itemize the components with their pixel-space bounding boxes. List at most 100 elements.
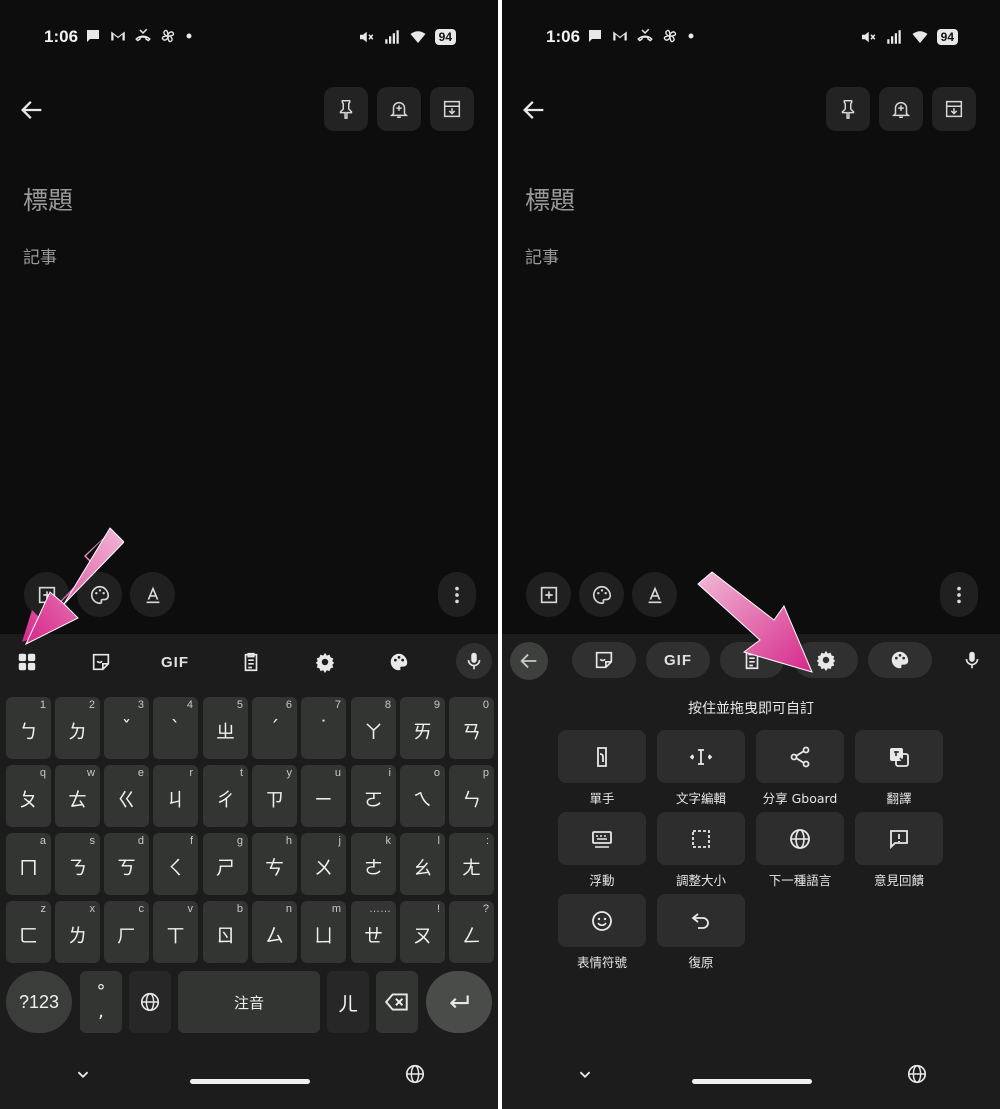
symbols-key[interactable]: ?123 bbox=[6, 971, 72, 1033]
space-key[interactable]: 注音 bbox=[178, 971, 320, 1033]
key[interactable]: 5ㄓ bbox=[203, 697, 248, 759]
archive-button[interactable] bbox=[430, 87, 474, 131]
feature-item[interactable]: 表情符號 bbox=[558, 894, 646, 971]
key[interactable]: mㄩ bbox=[301, 901, 346, 963]
key[interactable]: …… ㄝ bbox=[351, 901, 396, 963]
feature-tile[interactable] bbox=[657, 812, 745, 865]
text-format-button[interactable] bbox=[632, 572, 677, 617]
feature-item[interactable]: 分享 Gboard bbox=[756, 730, 844, 807]
key[interactable]: uㄧ bbox=[301, 765, 346, 827]
key[interactable]: qㄆ bbox=[6, 765, 51, 827]
key[interactable]: cㄏ bbox=[104, 901, 149, 963]
feature-tile[interactable] bbox=[855, 812, 943, 865]
palette-button[interactable] bbox=[579, 572, 624, 617]
back-arrow-icon[interactable] bbox=[18, 96, 46, 124]
key[interactable]: vㄒ bbox=[153, 901, 198, 963]
feature-item[interactable]: 文字編輯 bbox=[657, 730, 745, 807]
key[interactable]: 2ㄉ bbox=[55, 697, 100, 759]
reminder-button[interactable] bbox=[377, 87, 421, 131]
settings-button[interactable] bbox=[312, 645, 338, 679]
feature-tile[interactable] bbox=[756, 812, 844, 865]
key[interactable]: 3ˇ bbox=[104, 697, 149, 759]
key[interactable]: oㄟ bbox=[400, 765, 445, 827]
note-title-field[interactable]: 標題 bbox=[23, 181, 73, 217]
key[interactable]: zㄈ bbox=[6, 901, 51, 963]
voice-input-button[interactable] bbox=[954, 642, 990, 678]
language-key[interactable] bbox=[129, 971, 171, 1033]
key[interactable]: rㄐ bbox=[153, 765, 198, 827]
home-indicator[interactable] bbox=[692, 1079, 812, 1084]
key[interactable]: tㄔ bbox=[203, 765, 248, 827]
key[interactable]: sㄋ bbox=[55, 833, 100, 895]
theme-button[interactable] bbox=[386, 645, 412, 679]
key[interactable]: iㄛ bbox=[351, 765, 396, 827]
back-arrow-icon[interactable] bbox=[520, 96, 548, 124]
apps-grid-button[interactable] bbox=[14, 645, 40, 679]
feature-tile[interactable] bbox=[657, 730, 745, 783]
enter-key[interactable] bbox=[426, 971, 492, 1033]
globe-icon[interactable] bbox=[906, 1063, 928, 1085]
text-format-button[interactable] bbox=[130, 572, 175, 617]
key[interactable]: 1ㄅ bbox=[6, 697, 51, 759]
key[interactable]: kㄜ bbox=[351, 833, 396, 895]
feature-tile[interactable] bbox=[855, 730, 943, 783]
key[interactable]: eㄍ bbox=[104, 765, 149, 827]
feature-item[interactable]: 浮動 bbox=[558, 812, 646, 889]
key[interactable]: 6ˊ bbox=[252, 697, 297, 759]
globe-icon[interactable] bbox=[404, 1063, 426, 1085]
pin-button[interactable] bbox=[826, 87, 870, 131]
feature-tile[interactable] bbox=[657, 894, 745, 947]
key[interactable]: pㄣ bbox=[449, 765, 494, 827]
key[interactable]: lㄠ bbox=[400, 833, 445, 895]
note-title-field[interactable]: 標題 bbox=[525, 181, 575, 217]
feature-item[interactable]: 復原 bbox=[657, 894, 745, 971]
key[interactable]: 7 ˙ bbox=[301, 697, 346, 759]
feature-tile[interactable] bbox=[558, 730, 646, 783]
key[interactable]: wㄊ bbox=[55, 765, 100, 827]
feature-item[interactable]: 調整大小 bbox=[657, 812, 745, 889]
key[interactable]: ? ㄥ bbox=[449, 901, 494, 963]
feature-tile[interactable] bbox=[558, 812, 646, 865]
feature-item[interactable]: 單手 bbox=[558, 730, 646, 807]
key[interactable]: nㄙ bbox=[252, 901, 297, 963]
sticker-button[interactable] bbox=[572, 642, 636, 678]
key[interactable]: ! ㄡ bbox=[400, 901, 445, 963]
key[interactable]: xㄌ bbox=[55, 901, 100, 963]
chevron-down-icon[interactable] bbox=[72, 1063, 94, 1085]
keyboard-back-button[interactable] bbox=[510, 642, 548, 680]
feature-item[interactable]: 下一種語言 bbox=[756, 812, 844, 889]
note-body-field[interactable]: 記事 bbox=[525, 243, 559, 268]
key[interactable]: 0ㄢ bbox=[449, 697, 494, 759]
key[interactable]: jㄨ bbox=[301, 833, 346, 895]
key[interactable]: 8ㄚ bbox=[351, 697, 396, 759]
feature-item[interactable]: 意見回饋 bbox=[855, 812, 943, 889]
theme-button[interactable] bbox=[868, 642, 932, 678]
chevron-down-icon[interactable] bbox=[574, 1063, 596, 1085]
archive-button[interactable] bbox=[932, 87, 976, 131]
add-box-button[interactable] bbox=[526, 572, 571, 617]
note-body-field[interactable]: 記事 bbox=[23, 243, 57, 268]
key[interactable]: hㄘ bbox=[252, 833, 297, 895]
backspace-key[interactable] bbox=[376, 971, 418, 1033]
key[interactable]: 9ㄞ bbox=[400, 697, 445, 759]
key[interactable]: dㄎ bbox=[104, 833, 149, 895]
voice-input-button[interactable] bbox=[456, 643, 492, 679]
home-indicator[interactable] bbox=[190, 1079, 310, 1084]
key[interactable]: :ㄤ bbox=[449, 833, 494, 895]
feature-item[interactable]: 翻譯 bbox=[855, 730, 943, 807]
key[interactable]: aㄇ bbox=[6, 833, 51, 895]
clipboard-button[interactable] bbox=[238, 645, 264, 679]
feature-tile[interactable] bbox=[558, 894, 646, 947]
pin-button[interactable] bbox=[324, 87, 368, 131]
key[interactable]: 4ˋ bbox=[153, 697, 198, 759]
key[interactable]: fㄑ bbox=[153, 833, 198, 895]
reminder-button[interactable] bbox=[879, 87, 923, 131]
key[interactable]: gㄕ bbox=[203, 833, 248, 895]
more-options-button[interactable] bbox=[438, 572, 476, 617]
more-options-button[interactable] bbox=[940, 572, 978, 617]
key[interactable]: bㄖ bbox=[203, 901, 248, 963]
sticker-button[interactable] bbox=[88, 645, 114, 679]
key[interactable]: yㄗ bbox=[252, 765, 297, 827]
feature-tile[interactable] bbox=[756, 730, 844, 783]
er-key[interactable]: ㄦ bbox=[327, 971, 369, 1033]
